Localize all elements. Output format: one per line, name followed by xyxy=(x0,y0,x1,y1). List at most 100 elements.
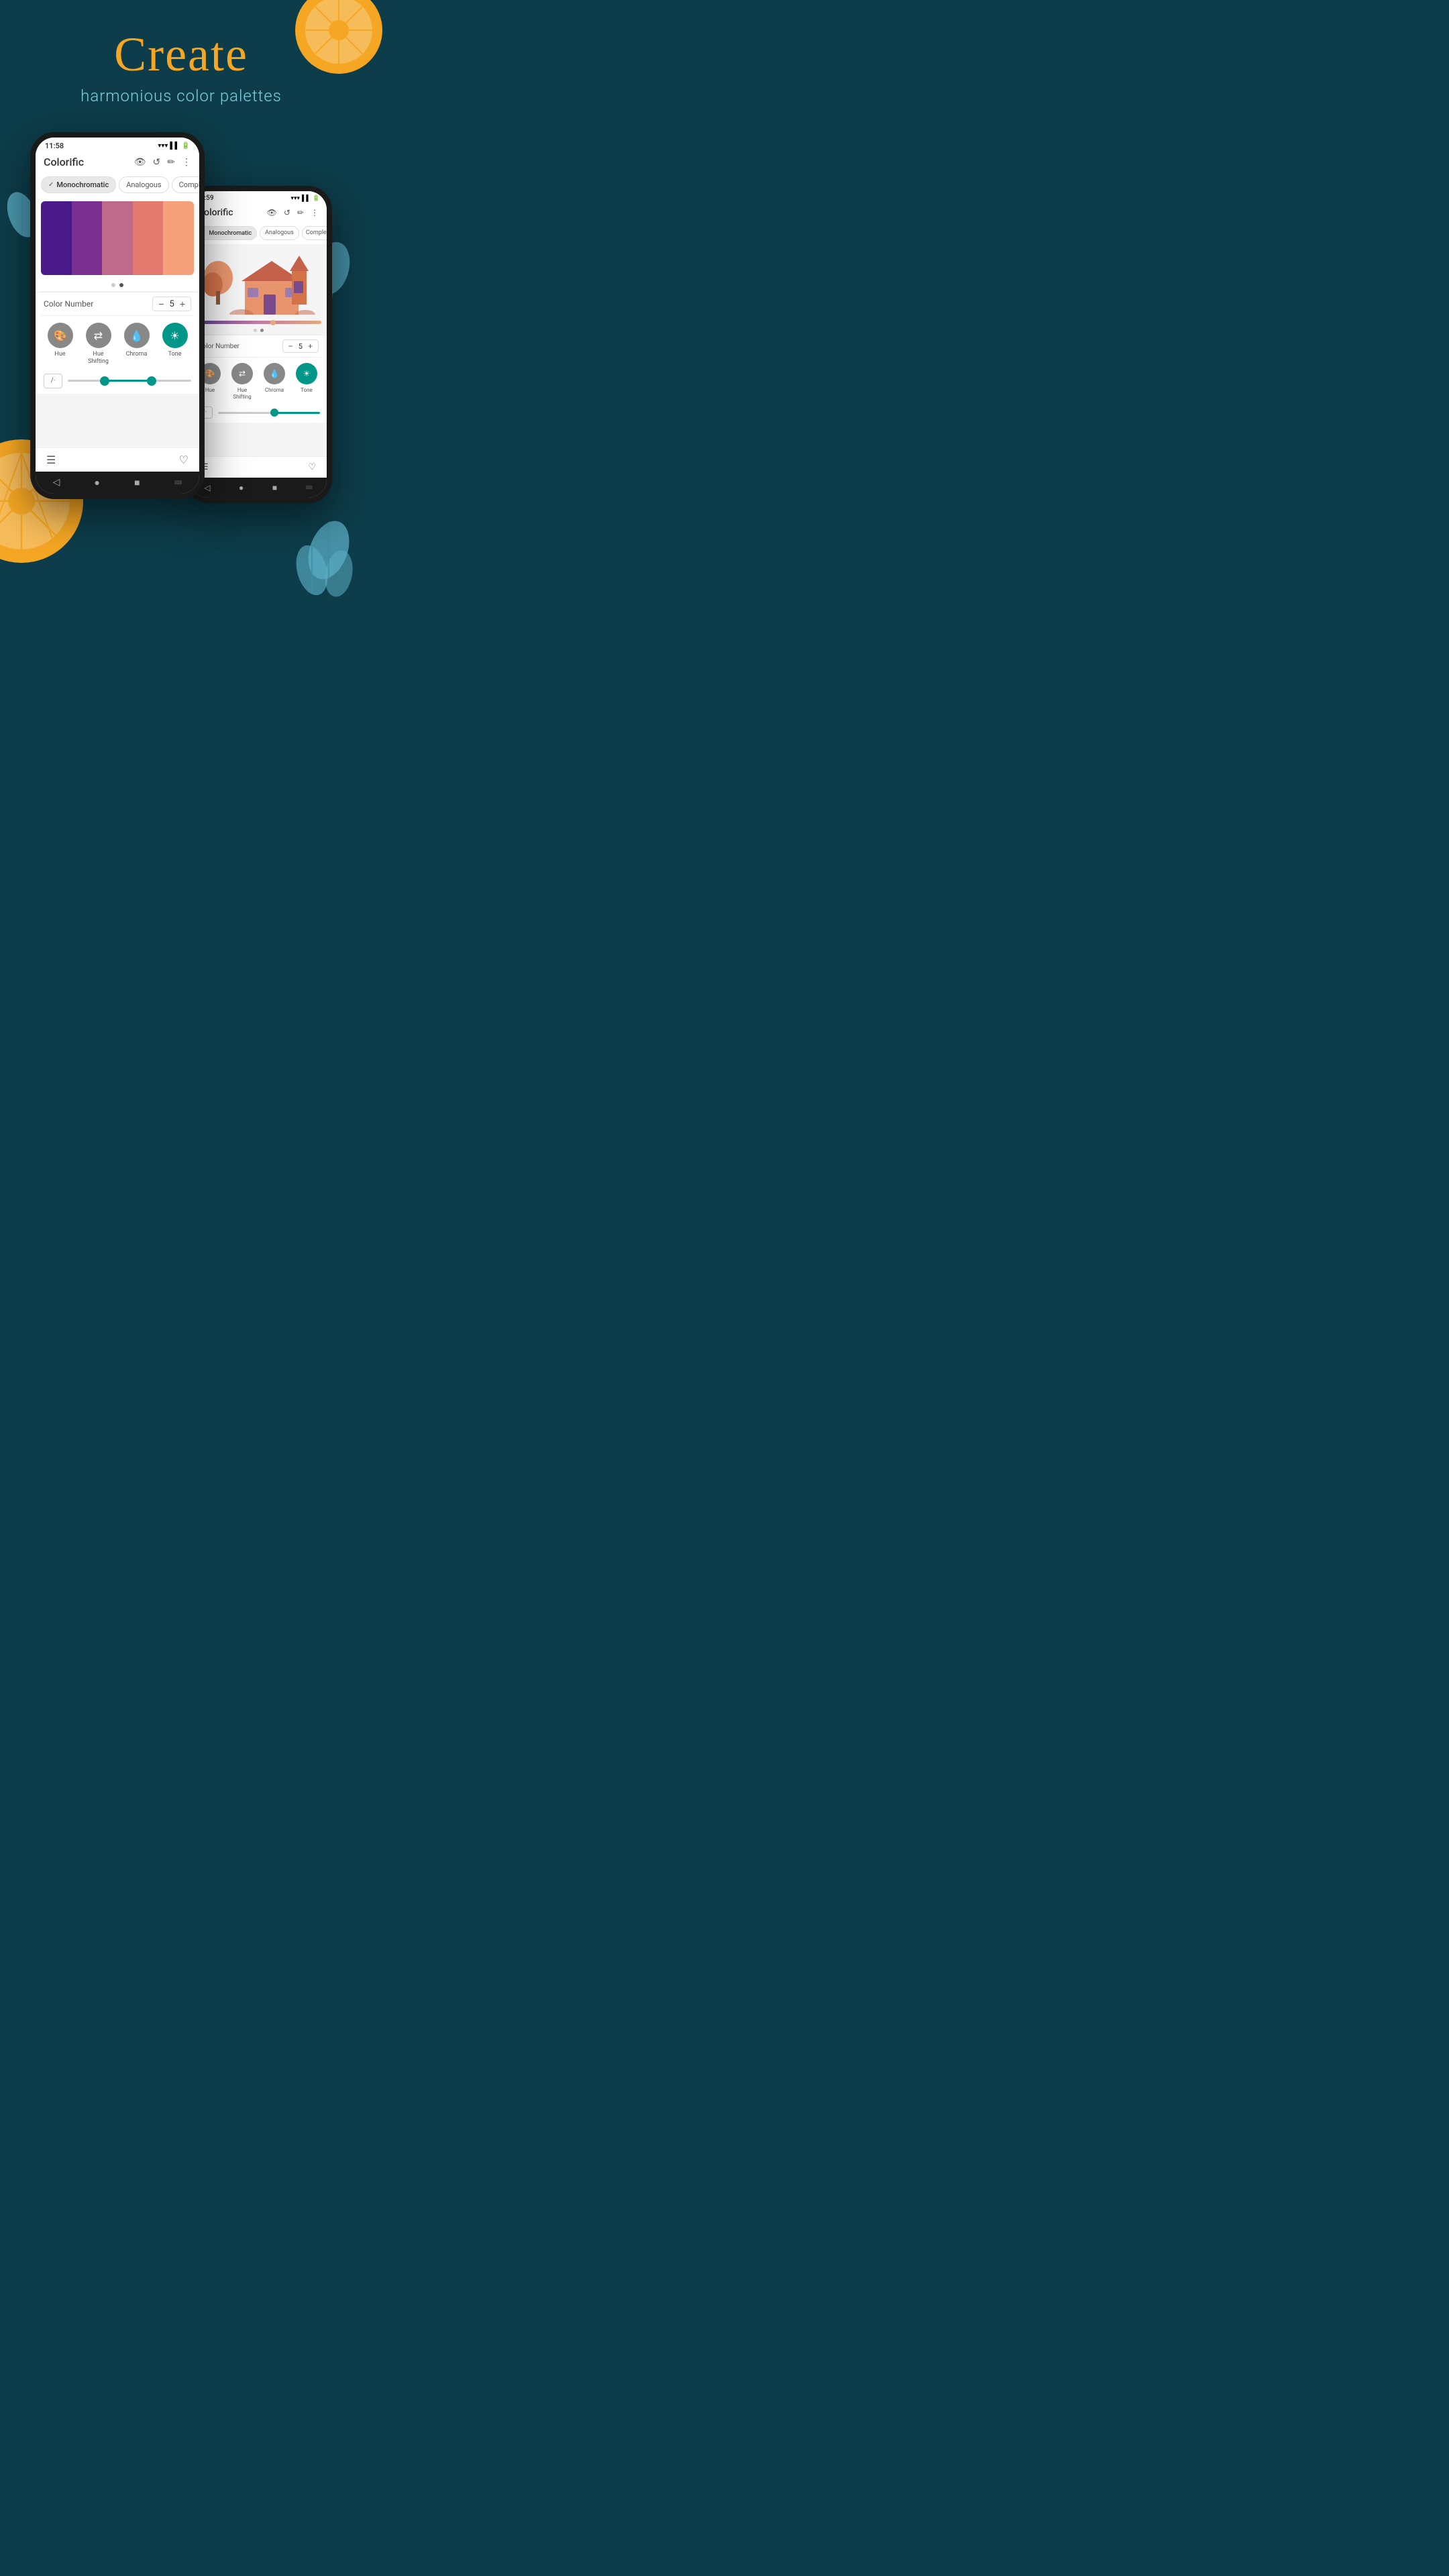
tab-analogous-right[interactable]: Analogous xyxy=(260,226,299,240)
refresh-icon-right[interactable]: ↺ xyxy=(284,208,290,217)
color-number-value-right: 5 xyxy=(299,342,303,351)
color-number-plus-left[interactable]: + xyxy=(180,299,185,309)
app-bar-icons-right: 👁 ↺ ✏ ⋮ xyxy=(267,208,319,217)
heart-icon-left[interactable]: ♡ xyxy=(179,453,189,466)
wifi-icon-right: ▾▾▾ xyxy=(290,195,300,202)
slider-type-icon: /· xyxy=(51,377,56,384)
app-title-left: Colorific xyxy=(44,156,84,168)
more-icon[interactable]: ⋮ xyxy=(182,157,191,168)
rp-dot-1 xyxy=(254,329,257,332)
slider-track-container-right[interactable] xyxy=(218,407,320,419)
wifi-icon: ▾▾▾ xyxy=(158,142,168,150)
list-icon-left[interactable]: ☰ xyxy=(46,453,56,466)
eye-icon-right[interactable]: 👁 xyxy=(267,208,277,217)
slider-row-right: /· xyxy=(190,402,327,423)
color-number-row-left: Color Number − 5 + xyxy=(36,292,199,315)
chroma-icon-circle-right: 💧 xyxy=(264,363,285,384)
progress-bar-right xyxy=(195,321,321,324)
home-btn-left[interactable]: ● xyxy=(95,477,100,488)
back-btn-right[interactable]: ◁ xyxy=(204,483,210,492)
app-bar-left: Colorific 👁 ↺ ✏ ⋮ xyxy=(36,152,199,172)
house-illustration xyxy=(190,244,327,318)
heart-icon-right[interactable]: ♡ xyxy=(308,462,316,472)
tab-monochromatic-left[interactable]: Monochromatic xyxy=(41,176,116,193)
mode-hue-shifting-left[interactable]: ⇄ HueShifting xyxy=(86,323,111,366)
app-bar-icons-left: 👁 ↺ ✏ ⋮ xyxy=(134,157,191,168)
phone-right-screen: 11:59 ▾▾▾ ▌▌ 🔋 Colorific 👁 ↺ ✏ ⋮ xyxy=(190,191,327,498)
mode-tone-right[interactable]: ☀ Tone xyxy=(296,363,317,400)
slider-dots-left xyxy=(36,279,199,291)
nav-bar-left: ◁ ● ■ ⌨ xyxy=(36,472,199,494)
more-icon-right[interactable]: ⋮ xyxy=(311,208,319,217)
battery-icon: 🔋 xyxy=(182,142,190,150)
swatch-5 xyxy=(163,201,194,275)
mode-chroma-right[interactable]: 💧 Chroma xyxy=(264,363,285,400)
recents-btn-left[interactable]: ■ xyxy=(134,477,140,488)
hue-shifting-label: HueShifting xyxy=(88,351,109,366)
slider-track-right xyxy=(218,412,320,414)
hue-label: Hue xyxy=(54,351,65,358)
rp-dots xyxy=(190,327,327,334)
eye-icon[interactable]: 👁 xyxy=(134,157,146,168)
chroma-icon-circle: 💧 xyxy=(124,323,150,348)
back-btn-left[interactable]: ◁ xyxy=(53,477,60,488)
chroma-label-right: Chroma xyxy=(265,387,284,394)
gray-area-right xyxy=(190,423,327,456)
slider-thumb-right[interactable] xyxy=(270,409,278,417)
status-time-left: 11:58 xyxy=(45,142,64,150)
slider-row-left: /· xyxy=(36,368,199,394)
hue-label-right: Hue xyxy=(205,387,215,394)
hue-shifting-label-right: HueShifting xyxy=(233,387,251,400)
hue-shifting-icon-circle: ⇄ xyxy=(86,323,111,348)
keyboard-icon-left: ⌨ xyxy=(174,480,182,486)
hue-shifting-icon-circle-right: ⇄ xyxy=(231,363,253,384)
slider-type-btn-left[interactable]: /· xyxy=(44,374,62,388)
tone-label: Tone xyxy=(168,351,182,358)
mode-hue-shifting-right[interactable]: ⇄ HueShifting xyxy=(231,363,253,400)
hue-icon-circle: 🎨 xyxy=(48,323,73,348)
phones-container: 11:58 ▾▾▾ ▌▌ 🔋 Colorific 👁 ↺ ✏ ⋮ xyxy=(0,132,362,503)
tone-icon-circle: ☀ xyxy=(162,323,188,348)
tab-complementary-left[interactable]: Complemen… xyxy=(172,176,199,193)
rp-dot-2 xyxy=(260,329,264,332)
mode-tone-left[interactable]: ☀ Tone xyxy=(162,323,188,366)
mode-icons-right: 🎨 Hue ⇄ HueShifting 💧 Chroma ☀ Tone xyxy=(190,358,327,402)
keyboard-icon-right: ⌨ xyxy=(306,485,313,490)
tabs-right: Monochromatic Analogous Complemen… xyxy=(190,222,327,244)
pencil-icon-right[interactable]: ✏ xyxy=(297,208,304,217)
tone-icon-circle-right: ☀ xyxy=(296,363,317,384)
pencil-icon[interactable]: ✏ xyxy=(167,157,175,168)
color-number-control-left: − 5 + xyxy=(152,297,191,311)
tab-complementary-right[interactable]: Complemen… xyxy=(302,226,327,240)
bottom-bar-right: ☰ ♡ xyxy=(190,456,327,478)
slider-track-container-left[interactable] xyxy=(68,375,191,387)
chroma-label: Chroma xyxy=(126,351,148,358)
dot-1 xyxy=(111,283,115,287)
signal-icon: ▌▌ xyxy=(170,142,179,150)
phone-right: 11:59 ▾▾▾ ▌▌ 🔋 Colorific 👁 ↺ ✏ ⋮ xyxy=(184,186,332,503)
phone-left-inner: 11:58 ▾▾▾ ▌▌ 🔋 Colorific 👁 ↺ ✏ ⋮ xyxy=(36,138,199,472)
leaf-bottom-right xyxy=(288,517,362,604)
phone-right-inner: 11:59 ▾▾▾ ▌▌ 🔋 Colorific 👁 ↺ ✏ ⋮ xyxy=(190,191,327,478)
color-number-plus-right[interactable]: + xyxy=(308,341,313,351)
color-number-row-right: Color Number − 5 + xyxy=(190,335,327,357)
slider-thumb-left-1[interactable] xyxy=(100,376,109,386)
swatch-1 xyxy=(41,201,72,275)
color-palette-left xyxy=(41,201,194,275)
tone-label-right: Tone xyxy=(301,387,313,394)
color-number-minus-left[interactable]: − xyxy=(158,299,164,309)
mode-chroma-left[interactable]: 💧 Chroma xyxy=(124,323,150,366)
refresh-icon[interactable]: ↺ xyxy=(153,157,161,168)
slider-thumb-left-2[interactable] xyxy=(147,376,156,386)
recents-btn-right[interactable]: ■ xyxy=(272,483,277,492)
status-bar-left: 11:58 ▾▾▾ ▌▌ 🔋 xyxy=(36,138,199,152)
color-number-minus-right[interactable]: − xyxy=(288,341,293,351)
tab-analogous-left[interactable]: Analogous xyxy=(119,176,168,193)
mode-hue-left[interactable]: 🎨 Hue xyxy=(48,323,73,366)
progress-bar-area xyxy=(190,318,327,327)
signal-icon-right: ▌▌ xyxy=(302,195,311,202)
status-bar-right: 11:59 ▾▾▾ ▌▌ 🔋 xyxy=(190,191,327,203)
home-btn-right[interactable]: ● xyxy=(239,483,244,492)
phone-left: 11:58 ▾▾▾ ▌▌ 🔋 Colorific 👁 ↺ ✏ ⋮ xyxy=(30,132,205,499)
slider-track-left xyxy=(68,380,191,382)
